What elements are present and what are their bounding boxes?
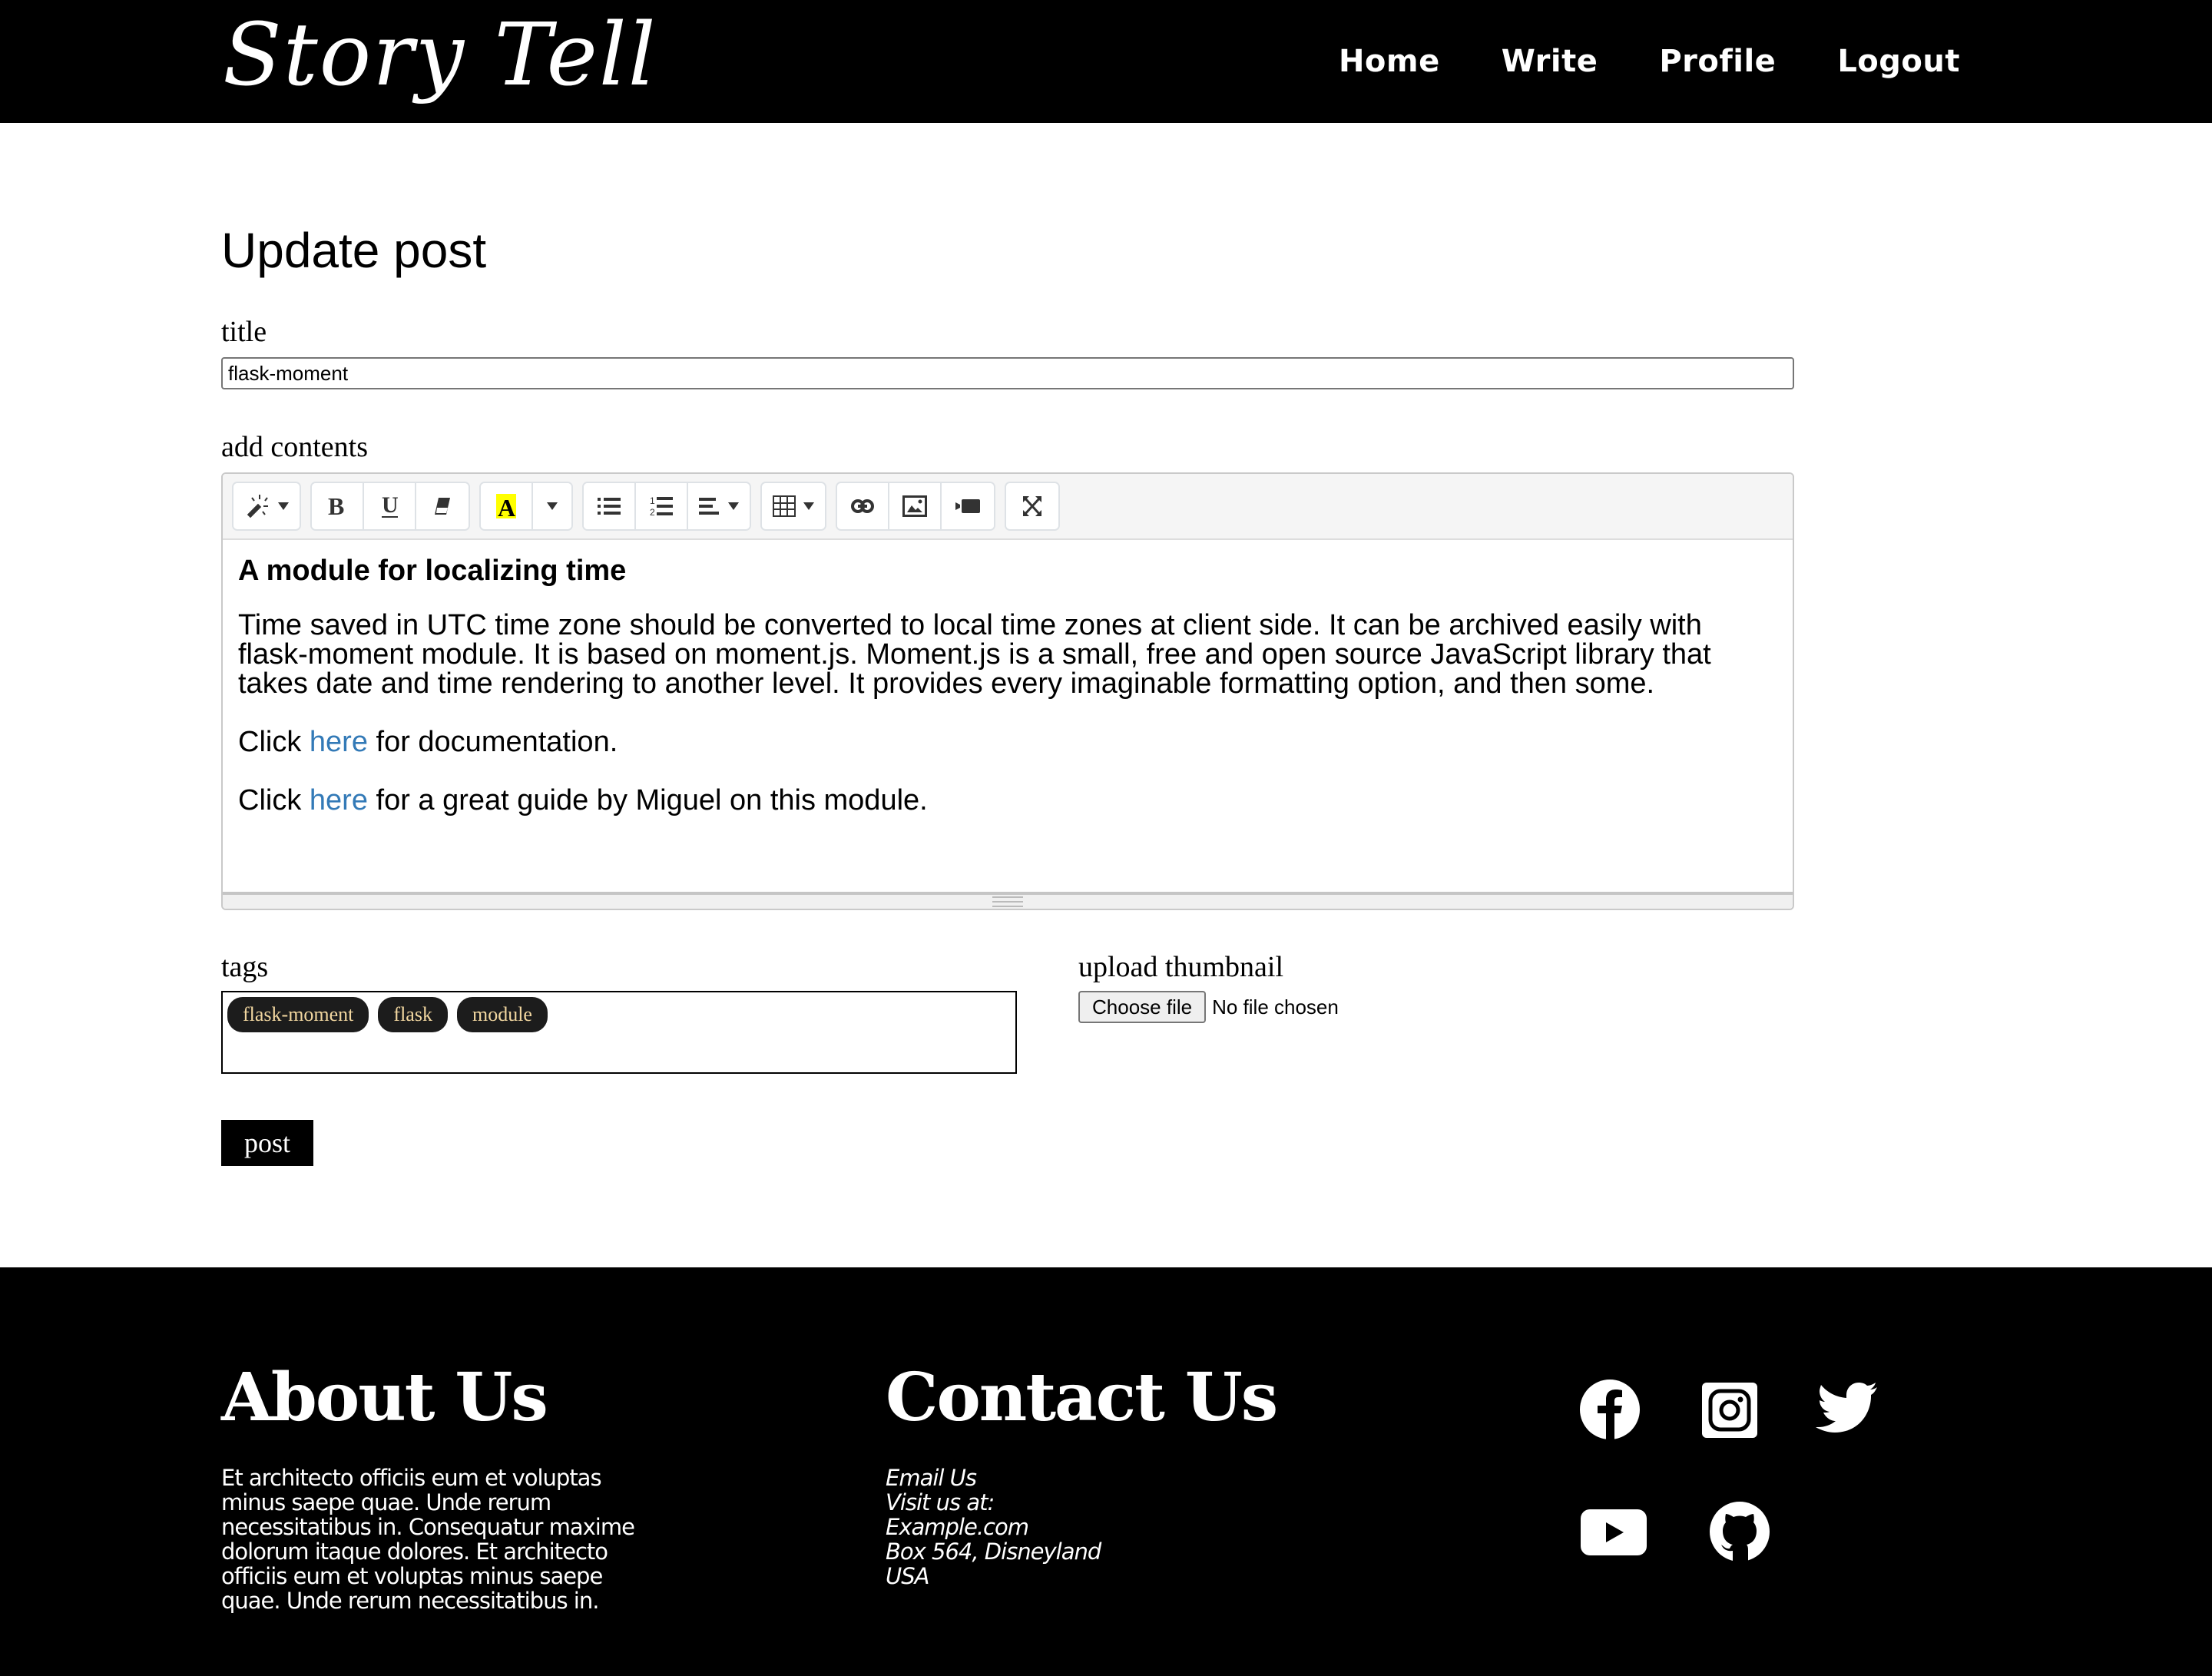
editor-toolbar: B U A 1 2 <box>223 474 1793 540</box>
eraser-icon <box>435 498 450 515</box>
font-group: B U <box>310 482 470 531</box>
tag-chip[interactable]: module <box>456 997 548 1032</box>
bold-icon: B <box>328 493 344 519</box>
tags-label: tags <box>221 951 269 983</box>
post-button[interactable]: post <box>221 1120 313 1166</box>
view-group <box>1005 482 1060 531</box>
rich-text-editor: B U A 1 2 A module for localizing time T… <box>221 472 1794 910</box>
svg-text:B: B <box>328 493 344 519</box>
guide-link[interactable]: here <box>310 784 368 816</box>
grip-icon <box>992 896 1023 907</box>
align-left-icon <box>699 498 719 515</box>
facebook-icon <box>1580 1380 1640 1440</box>
svg-text:A: A <box>498 494 515 519</box>
clear-format-button[interactable] <box>416 483 469 529</box>
nav-write[interactable]: Write <box>1502 38 1598 84</box>
ordered-list-button[interactable]: 12 <box>636 483 688 529</box>
unordered-list-button[interactable] <box>584 483 636 529</box>
content-paragraph: Time saved in UTC time zone should be co… <box>238 609 1711 700</box>
picture-icon <box>902 495 927 517</box>
text-color-button[interactable]: A <box>481 483 533 529</box>
svg-text:U: U <box>382 492 399 518</box>
table-button[interactable] <box>762 483 825 529</box>
about-text: Et architecto officiis eum et voluptas m… <box>221 1465 635 1614</box>
style-group <box>232 482 301 531</box>
page-title: Update post <box>221 223 487 278</box>
thumbnail-label: upload thumbnail <box>1078 951 1284 983</box>
editor-content[interactable]: A module for localizing time Time saved … <box>223 540 1793 890</box>
content-heading: A module for localizing time <box>238 555 627 587</box>
line-text: Click <box>238 726 310 758</box>
contact-email[interactable]: Email Us <box>886 1466 1101 1490</box>
fullscreen-button[interactable] <box>1006 483 1058 529</box>
editor-resize-handle[interactable] <box>223 892 1793 909</box>
nav-profile[interactable]: Profile <box>1659 38 1776 84</box>
youtube-icon <box>1581 1509 1647 1555</box>
video-button[interactable] <box>942 483 994 529</box>
content-guide-line: Click here for a great guide by Miguel o… <box>238 786 1777 815</box>
github-icon <box>1710 1502 1770 1562</box>
nav-logout[interactable]: Logout <box>1837 38 1960 84</box>
table-icon <box>773 495 796 517</box>
video-icon <box>955 499 980 513</box>
color-group: A <box>479 482 573 531</box>
caret-down-icon <box>278 502 289 510</box>
caret-down-icon <box>728 502 739 510</box>
table-group <box>760 482 826 531</box>
bold-button[interactable]: B <box>312 483 364 529</box>
underline-icon: U <box>382 492 399 518</box>
align-button[interactable] <box>688 483 750 529</box>
ordered-list-icon: 12 <box>650 495 673 517</box>
fullscreen-icon <box>1023 496 1041 516</box>
twitter-icon <box>1816 1383 1877 1433</box>
color-dropdown-button[interactable] <box>533 483 571 529</box>
tag-chip[interactable]: flask <box>378 997 448 1032</box>
caret-down-icon <box>547 502 558 510</box>
file-status: No file chosen <box>1212 995 1339 1019</box>
line-text: Click <box>238 784 310 816</box>
contact-country: USA <box>886 1563 929 1589</box>
content-doc-line: Click here for documentation. <box>238 727 1777 757</box>
link-button[interactable] <box>837 483 889 529</box>
documentation-link[interactable]: here <box>310 726 368 758</box>
contact-heading: Contact Us <box>886 1359 1278 1436</box>
title-input[interactable] <box>221 357 1794 389</box>
svg-text:1: 1 <box>650 495 655 506</box>
underline-button[interactable]: U <box>364 483 416 529</box>
svg-text:2: 2 <box>650 507 655 517</box>
thumbnail-file-input: Choose file No file chosen <box>1078 991 1339 1023</box>
youtube-link[interactable] <box>1581 1509 1647 1555</box>
contact-visit: Visit us at: <box>886 1489 995 1515</box>
navbar: Story Tell Home Write Profile Logout <box>0 0 2212 123</box>
footer: About Us Et architecto officiis eum et v… <box>0 1267 2212 1676</box>
contact-info: Email Us Visit us at: Example.com Box 56… <box>886 1466 1101 1588</box>
link-icon <box>851 499 874 513</box>
unordered-list-icon <box>598 498 621 515</box>
main-nav: Home Write Profile Logout <box>1339 38 1960 84</box>
tags-input[interactable]: flask-moment flask module <box>221 991 1017 1074</box>
contents-label: add contents <box>221 431 369 463</box>
style-button[interactable] <box>233 483 300 529</box>
line-text: for documentation. <box>367 726 618 758</box>
choose-file-button[interactable]: Choose file <box>1078 991 1207 1023</box>
line-text: for a great guide by Miguel on this modu… <box>367 784 928 816</box>
contact-site: Example.com <box>886 1514 1029 1540</box>
about-heading: About Us <box>221 1359 548 1436</box>
facebook-link[interactable] <box>1579 1379 1641 1440</box>
magic-wand-icon <box>247 495 268 518</box>
instagram-link[interactable] <box>1702 1383 1757 1438</box>
nav-home[interactable]: Home <box>1339 38 1440 84</box>
caret-down-icon <box>803 502 814 510</box>
github-link[interactable] <box>1710 1502 1770 1562</box>
picture-button[interactable] <box>889 483 942 529</box>
instagram-icon <box>1702 1383 1757 1438</box>
twitter-link[interactable] <box>1816 1383 1879 1436</box>
contact-address: Box 564, Disneyland <box>886 1539 1101 1565</box>
tag-chip[interactable]: flask-moment <box>227 997 369 1032</box>
title-label: title <box>221 316 267 348</box>
insert-group <box>836 482 995 531</box>
site-logo[interactable]: Story Tell <box>223 2 657 109</box>
paragraph-group: 12 <box>582 482 751 531</box>
text-color-icon: A <box>496 494 516 519</box>
